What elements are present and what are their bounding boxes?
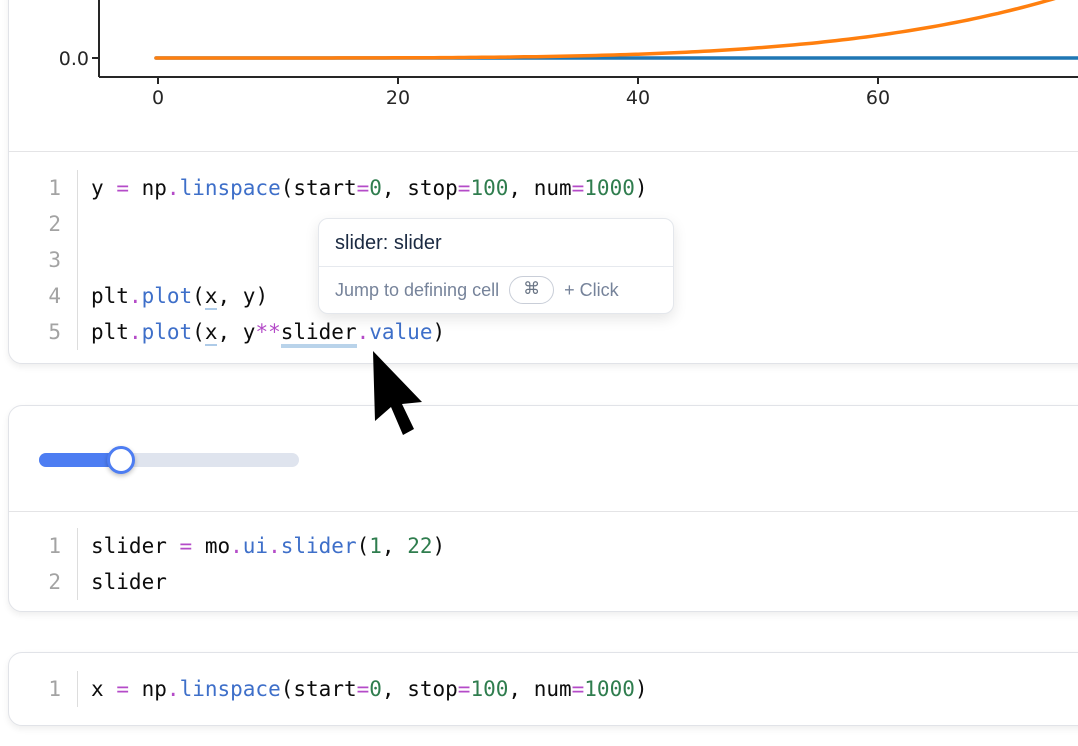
line-number: 1 xyxy=(9,170,61,206)
command-key-icon: ⌘ xyxy=(509,276,554,304)
slider-track[interactable] xyxy=(39,453,299,467)
mouse-cursor-icon xyxy=(373,351,425,437)
code-editor-x[interactable]: 1x = np.linspace(start=0, stop=100, num=… xyxy=(9,653,1078,707)
symbol-tooltip: slider: slider Jump to defining cell ⌘ +… xyxy=(318,218,674,314)
line-number: 2 xyxy=(9,564,61,600)
tooltip-hint-row: Jump to defining cell ⌘ + Click xyxy=(319,266,673,313)
svg-text:20: 20 xyxy=(386,87,410,109)
line-number: 1 xyxy=(9,528,61,564)
tooltip-hint-text: Jump to defining cell xyxy=(335,280,499,301)
svg-text:60: 60 xyxy=(866,87,890,109)
tooltip-title: slider: slider xyxy=(319,219,673,266)
code-line[interactable]: 2slider xyxy=(9,564,1078,600)
code-line[interactable]: 1slider = mo.ui.slider(1, 22) xyxy=(9,528,1078,564)
plot-output-area: 0.0 0 20 40 60 xyxy=(9,0,1078,152)
code-line[interactable]: 1y = np.linspace(start=0, stop=100, num=… xyxy=(9,170,1078,206)
svg-text:40: 40 xyxy=(626,87,650,109)
svg-text:0.0: 0.0 xyxy=(59,48,89,70)
line-number: 3 xyxy=(9,242,61,278)
svg-text:0: 0 xyxy=(152,87,164,109)
notebook-cell-x: 1x = np.linspace(start=0, stop=100, num=… xyxy=(8,652,1078,726)
matplotlib-figure: 0.0 0 20 40 60 xyxy=(9,0,1078,151)
code-line[interactable]: 1x = np.linspace(start=0, stop=100, num=… xyxy=(9,671,1078,707)
code-editor-slider[interactable]: 1slider = mo.ui.slider(1, 22)2slider xyxy=(9,512,1078,600)
line-number: 4 xyxy=(9,278,61,314)
tooltip-hint-suffix: + Click xyxy=(564,280,619,301)
line-number: 2 xyxy=(9,206,61,242)
line-number: 5 xyxy=(9,314,61,350)
slider-handle[interactable] xyxy=(107,446,135,474)
notebook-cell-slider: 1slider = mo.ui.slider(1, 22)2slider xyxy=(8,405,1078,612)
notebook-page: 0.0 0 20 40 60 1y = np.linspace(start=0, sto… xyxy=(0,0,1078,746)
line-number: 1 xyxy=(9,671,61,707)
slider-output-area xyxy=(9,406,1078,512)
hovered-symbol: slider xyxy=(281,320,357,348)
code-line[interactable]: 5plt.plot(x, y**slider.value) xyxy=(9,314,1078,350)
